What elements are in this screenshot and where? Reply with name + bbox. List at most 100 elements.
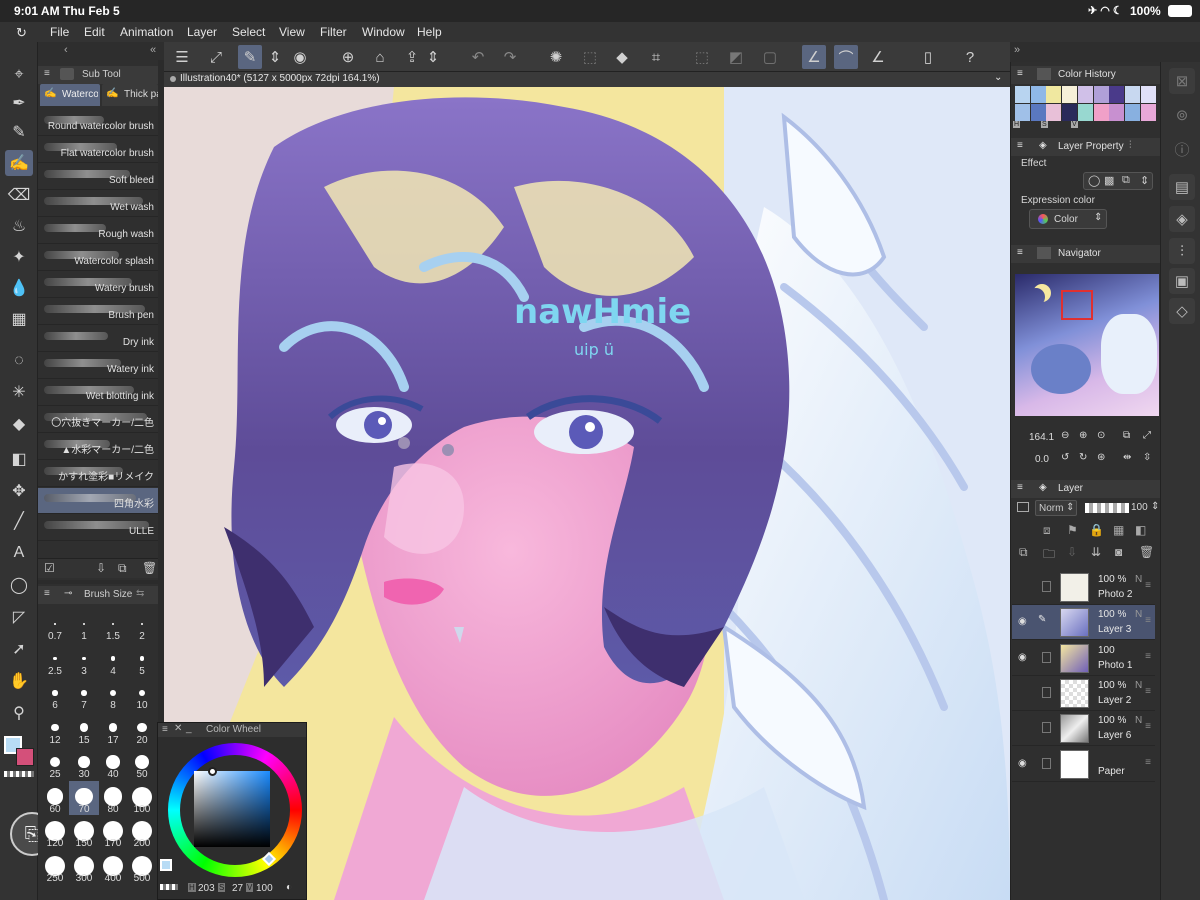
brush-size-item[interactable]: 500 [127, 850, 157, 884]
brush-size-item[interactable]: 1 [69, 608, 99, 642]
brush-item[interactable]: Round watercolor brush [38, 110, 158, 136]
layer-row[interactable]: ◉ Paper ≡ [1012, 747, 1155, 782]
clip-icon[interactable] [1017, 502, 1029, 512]
brush-size-item[interactable]: 150 [69, 815, 99, 849]
gradient-icon[interactable]: ◧ [5, 446, 33, 472]
fill-bucket-icon[interactable]: ◆ [5, 411, 33, 437]
drag-handle-icon[interactable]: ≡ [1145, 651, 1151, 662]
trash-icon[interactable]: 🗑 [1139, 545, 1154, 559]
menu-filter[interactable]: Filter [320, 25, 347, 39]
brush-item[interactable]: 四角水彩 [38, 488, 158, 514]
redo-icon[interactable]: ↷ [498, 45, 522, 69]
chevron-down-icon[interactable]: ⌄ [994, 72, 1002, 83]
brush-size-item[interactable]: 250 [40, 850, 70, 884]
layer-row[interactable]: 100 % N Photo 2 ≡ [1012, 570, 1155, 605]
reset-rotation-icon[interactable]: ⊛ [1097, 452, 1105, 463]
decoration-icon[interactable]: ✦ [5, 244, 33, 270]
color-history-swatch[interactable] [1093, 86, 1109, 103]
panel-menu-icon[interactable]: ≡ [162, 724, 168, 735]
brush-item[interactable]: Brush pen [38, 299, 158, 325]
color-history-swatch[interactable] [1046, 104, 1062, 121]
brush-size-item[interactable]: 5 [127, 643, 157, 677]
eye-icon[interactable]: ◉ [1018, 652, 1027, 663]
layer-row[interactable]: 100 % N Layer 2 ≡ [1012, 676, 1155, 711]
transform-icon[interactable]: ⬚ [578, 45, 602, 69]
color-mode-icon[interactable]: ◐ [286, 882, 292, 893]
open-folder-icon[interactable]: ⌂ [368, 45, 392, 69]
color-history-swatch[interactable] [1140, 104, 1156, 121]
collapse-panel-icon[interactable]: « [150, 44, 156, 56]
mask-layer-icon[interactable]: ◙ [1115, 545, 1122, 559]
invert-selection-icon[interactable]: ◩ [724, 45, 748, 69]
panel-menu-icon[interactable]: ≡ [1017, 247, 1023, 258]
new-folder-icon[interactable]: 🗀 [1043, 545, 1055, 566]
help-icon[interactable]: ? [958, 45, 982, 69]
collapse-right-icon[interactable]: » [1014, 44, 1020, 56]
panel-menu-icon[interactable]: ≡ [44, 68, 50, 79]
panel-menu-icon[interactable]: ≡ [1017, 482, 1023, 493]
chevron-left-icon[interactable]: ‹ [64, 44, 68, 56]
hand-icon[interactable]: ✋ [5, 668, 33, 694]
hue-handle[interactable] [208, 767, 217, 776]
navigator-preview[interactable] [1015, 274, 1159, 416]
close-panel-icon[interactable]: ⊠ [1169, 68, 1195, 94]
brush-size-item[interactable]: 100 [127, 781, 157, 815]
brush-size-item[interactable]: 7 [69, 677, 99, 711]
crop-icon[interactable]: ⌗ [644, 45, 668, 69]
lasso-icon[interactable]: ◌ [5, 348, 33, 374]
magnifier-icon[interactable]: ⌖ [5, 62, 33, 88]
panel-menu-icon[interactable]: ≡ [1017, 68, 1023, 79]
brush-size-item[interactable]: 50 [127, 746, 157, 780]
drag-handle-icon[interactable]: ≡ [1145, 757, 1151, 768]
color-history-swatch[interactable] [1124, 86, 1140, 103]
download-icon[interactable]: ⇩ [96, 561, 106, 575]
clip-below-icon[interactable]: ⧈ [1043, 523, 1051, 538]
brush-size-item[interactable]: 170 [98, 815, 128, 849]
effect-buttons[interactable]: ◯ ▩ ⧉ ⇕ [1083, 172, 1153, 190]
minimize-icon[interactable]: _ [186, 723, 192, 734]
brush-item[interactable]: 〇穴抜きマーカー/二色 [38, 407, 158, 433]
color-history-swatch[interactable] [1109, 86, 1125, 103]
selection-border-icon[interactable]: ▢ [758, 45, 782, 69]
reference-icon[interactable]: ⚑ [1067, 523, 1078, 537]
brush-size-item[interactable]: 25 [40, 746, 70, 780]
brush-size-item[interactable]: 20 [127, 712, 157, 746]
brush-size-item[interactable]: 0.7 [40, 608, 70, 642]
deselect-icon[interactable]: ⬚ [690, 45, 714, 69]
fullscreen-icon[interactable]: ⤢ [1143, 430, 1151, 441]
layer-checkbox[interactable] [1042, 651, 1051, 663]
menu-animation[interactable]: Animation [120, 25, 173, 39]
brush-size-item[interactable]: 400 [98, 850, 128, 884]
eyedropper-icon[interactable]: ⚲ [5, 700, 33, 726]
lock-alpha-icon[interactable]: ▦ [1113, 523, 1124, 537]
rotate-left-icon[interactable]: ↺ [1061, 452, 1069, 463]
transparent-icon[interactable] [160, 884, 178, 890]
saturation-value-square[interactable] [194, 771, 270, 847]
brush-item[interactable]: ULLE [38, 515, 158, 541]
color-history-swatch[interactable] [1109, 104, 1125, 121]
close-icon[interactable]: ✕ [174, 723, 182, 734]
layers-stack-icon[interactable]: ◇ [1169, 298, 1195, 324]
frame-icon[interactable]: ◸ [5, 604, 33, 630]
eye-icon[interactable]: ◉ [1018, 758, 1027, 769]
magic-wand-icon[interactable]: ✳ [5, 379, 33, 405]
edit-icon[interactable]: ✎ [238, 45, 262, 69]
brush-size-item[interactable]: 12 [40, 712, 70, 746]
menu-window[interactable]: Window [362, 25, 405, 39]
brush-size-item[interactable]: 6 [40, 677, 70, 711]
brush-size-item[interactable]: 1.5 [98, 608, 128, 642]
mask-icon[interactable]: ◧ [1135, 523, 1146, 537]
color-history-swatch[interactable] [1030, 86, 1046, 103]
layer-checkbox[interactable] [1042, 581, 1051, 592]
color-history-swatch[interactable] [1077, 104, 1093, 121]
adjust-icon[interactable]: ⫶ [1169, 238, 1195, 264]
brush-size-item[interactable]: 15 [69, 712, 99, 746]
layer-checkbox[interactable] [1042, 686, 1051, 698]
balloon-icon[interactable]: ◯ [5, 572, 33, 598]
new-file-icon[interactable]: ⊕ [336, 45, 360, 69]
tune-icon[interactable]: ⫶ [1129, 140, 1132, 151]
color-history-swatch[interactable] [1140, 86, 1156, 103]
settings-icon[interactable]: ☑ [44, 561, 55, 575]
brush-size-item[interactable]: 300 [69, 850, 99, 884]
zoom-in-icon[interactable]: ⊕ [1079, 430, 1087, 441]
